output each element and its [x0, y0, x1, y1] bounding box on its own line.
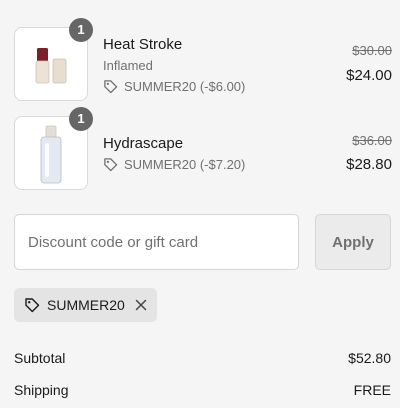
- discounted-price: $24.00: [346, 67, 392, 84]
- quantity-badge: 1: [69, 18, 93, 42]
- tag-icon: [104, 80, 118, 94]
- quantity-badge: 1: [69, 107, 93, 131]
- discounted-price: $28.80: [346, 156, 392, 173]
- product-thumbnail: 1: [14, 18, 93, 101]
- product-thumbnail: 1: [14, 107, 93, 190]
- line-item-hydrascape: 1 Hydrascape SUMMER20 (-$7.20) $36.00 $2…: [14, 107, 392, 190]
- item-discount-label: SUMMER20 (-$6.00): [124, 79, 246, 94]
- item-discount-label: SUMMER20 (-$7.20): [124, 157, 246, 172]
- subtotal-value: $52.80: [348, 350, 391, 366]
- original-price: $36.00: [352, 133, 392, 148]
- shipping-value: FREE: [353, 382, 391, 398]
- product-name: Hydrascape: [103, 135, 184, 152]
- item-discount: SUMMER20 (-$6.00): [103, 79, 245, 94]
- item-discount: SUMMER20 (-$7.20): [103, 157, 245, 172]
- product-name: Heat Stroke: [103, 36, 183, 53]
- shipping-label: Shipping: [14, 382, 69, 398]
- remove-code-close-icon[interactable]: [135, 299, 147, 311]
- subtotal-label: Subtotal: [14, 350, 66, 366]
- applied-discount-tag: SUMMER20: [14, 288, 157, 322]
- tag-icon: [24, 297, 40, 313]
- tag-icon: [104, 158, 118, 172]
- applied-code-label: SUMMER20: [47, 297, 125, 313]
- line-item-heat-stroke: 1 Heat Stroke Inflamed SUMMER20 (-$6.00)…: [14, 18, 392, 101]
- apply-button[interactable]: Apply: [315, 214, 391, 270]
- product-variant: Inflamed: [103, 58, 153, 73]
- discount-code-input[interactable]: [14, 214, 299, 270]
- original-price: $30.00: [352, 43, 392, 58]
